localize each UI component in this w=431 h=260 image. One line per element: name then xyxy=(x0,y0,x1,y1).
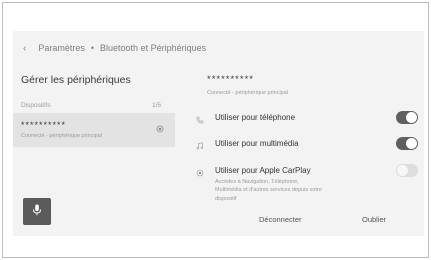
selected-device-status: Connecté - périphérique principal xyxy=(207,90,289,96)
option-label: Utiliser pour Apple CarPlay xyxy=(215,166,311,175)
music-note-icon xyxy=(195,141,205,151)
devices-section-label: Dispositifs xyxy=(21,102,51,109)
option-label: Utiliser pour téléphone xyxy=(215,113,296,122)
connected-indicator-icon xyxy=(156,125,164,133)
option-multimedia[interactable]: Utiliser pour multimédia xyxy=(193,137,418,157)
option-label: Utiliser pour multimédia xyxy=(215,139,299,148)
phone-icon xyxy=(195,115,205,125)
infotainment-screen: ‹ Paramètres • Bluetooth et Périphérique… xyxy=(13,31,424,236)
multimedia-toggle[interactable] xyxy=(396,137,418,150)
back-chevron-icon[interactable]: ‹ xyxy=(23,43,26,54)
breadcrumb-parent[interactable]: Paramètres xyxy=(38,43,85,53)
breadcrumb-current: Bluetooth et Périphériques xyxy=(100,43,207,53)
selected-device-name: ********** xyxy=(207,74,254,85)
voice-button[interactable] xyxy=(23,198,51,225)
breadcrumb-separator: • xyxy=(90,43,95,53)
breadcrumb: ‹ Paramètres • Bluetooth et Périphérique… xyxy=(13,39,424,57)
toggle-knob xyxy=(406,138,417,149)
device-status: Connecté - périphérique principal xyxy=(21,133,103,139)
disconnect-button[interactable]: Déconnecter xyxy=(259,215,302,224)
carplay-toggle[interactable] xyxy=(396,164,418,177)
page-title: Gérer les périphériques xyxy=(21,74,131,86)
option-phone[interactable]: Utiliser pour téléphone xyxy=(193,111,418,131)
carplay-icon xyxy=(195,168,205,178)
outer-frame: ‹ Paramètres • Bluetooth et Périphérique… xyxy=(2,2,429,258)
device-list-item[interactable]: ********** Connecté - périphérique princ… xyxy=(13,113,175,147)
microphone-icon xyxy=(32,203,42,221)
toggle-knob xyxy=(397,165,408,176)
device-name: ********** xyxy=(21,120,67,130)
devices-count: 1/5 xyxy=(152,102,162,109)
forget-button[interactable]: Oublier xyxy=(362,215,386,224)
carplay-description: Accédez à Navigation, Téléphone, Multimé… xyxy=(215,179,322,202)
toggle-knob xyxy=(406,112,417,123)
phone-toggle[interactable] xyxy=(396,111,418,124)
